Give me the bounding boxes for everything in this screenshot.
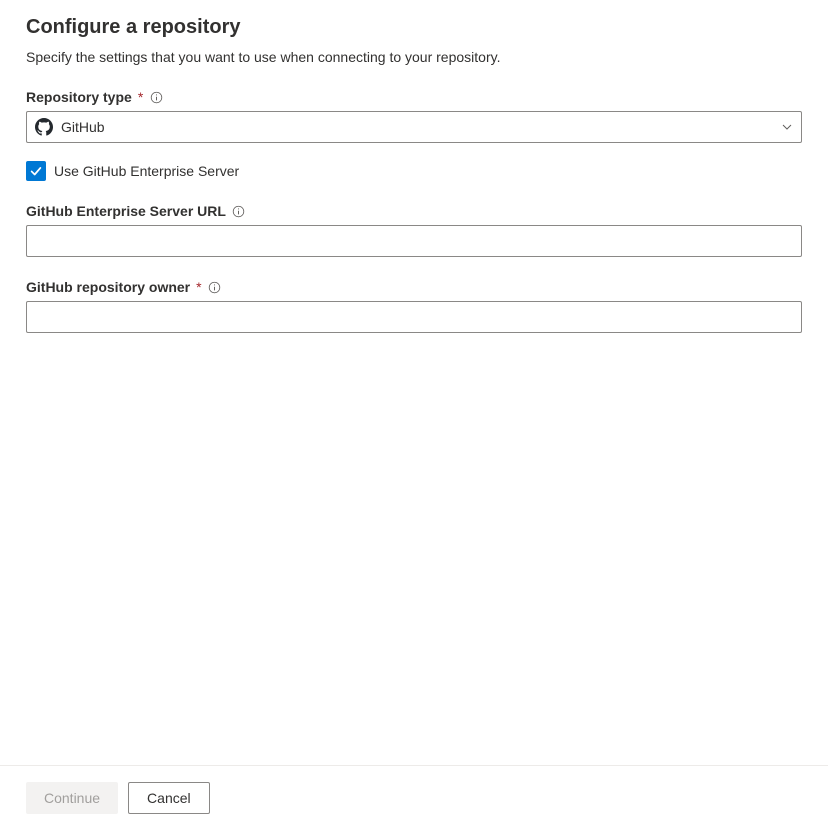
dropdown-selected-value: GitHub bbox=[61, 119, 781, 135]
github-icon bbox=[35, 118, 53, 136]
page-title: Configure a repository bbox=[26, 16, 802, 39]
repo-owner-label-row: GitHub repository owner * bbox=[26, 279, 802, 295]
enterprise-url-label-row: GitHub Enterprise Server URL bbox=[26, 203, 802, 219]
enterprise-url-label: GitHub Enterprise Server URL bbox=[26, 203, 226, 219]
repo-owner-input[interactable] bbox=[26, 301, 802, 333]
repository-type-dropdown[interactable]: GitHub bbox=[26, 111, 802, 143]
form-content: Configure a repository Specify the setti… bbox=[0, 0, 828, 765]
use-enterprise-row: Use GitHub Enterprise Server bbox=[26, 161, 802, 181]
chevron-down-icon bbox=[781, 121, 793, 133]
repo-owner-label: GitHub repository owner bbox=[26, 279, 190, 295]
page-subtitle: Specify the settings that you want to us… bbox=[26, 49, 802, 65]
cancel-button[interactable]: Cancel bbox=[128, 782, 210, 814]
use-enterprise-checkbox[interactable] bbox=[26, 161, 46, 181]
info-icon[interactable] bbox=[208, 280, 222, 294]
info-icon[interactable] bbox=[232, 204, 246, 218]
continue-button[interactable]: Continue bbox=[26, 782, 118, 814]
enterprise-url-input[interactable] bbox=[26, 225, 802, 257]
repository-type-label-row: Repository type * bbox=[26, 89, 802, 105]
repo-owner-field: GitHub repository owner * bbox=[26, 279, 802, 333]
repository-type-label: Repository type bbox=[26, 89, 132, 105]
enterprise-url-field: GitHub Enterprise Server URL bbox=[26, 203, 802, 257]
use-enterprise-label[interactable]: Use GitHub Enterprise Server bbox=[54, 163, 239, 179]
required-indicator: * bbox=[196, 279, 201, 295]
footer: Continue Cancel bbox=[0, 765, 828, 828]
repository-type-field: Repository type * GitHub bbox=[26, 89, 802, 143]
required-indicator: * bbox=[138, 89, 143, 105]
info-icon[interactable] bbox=[149, 90, 163, 104]
